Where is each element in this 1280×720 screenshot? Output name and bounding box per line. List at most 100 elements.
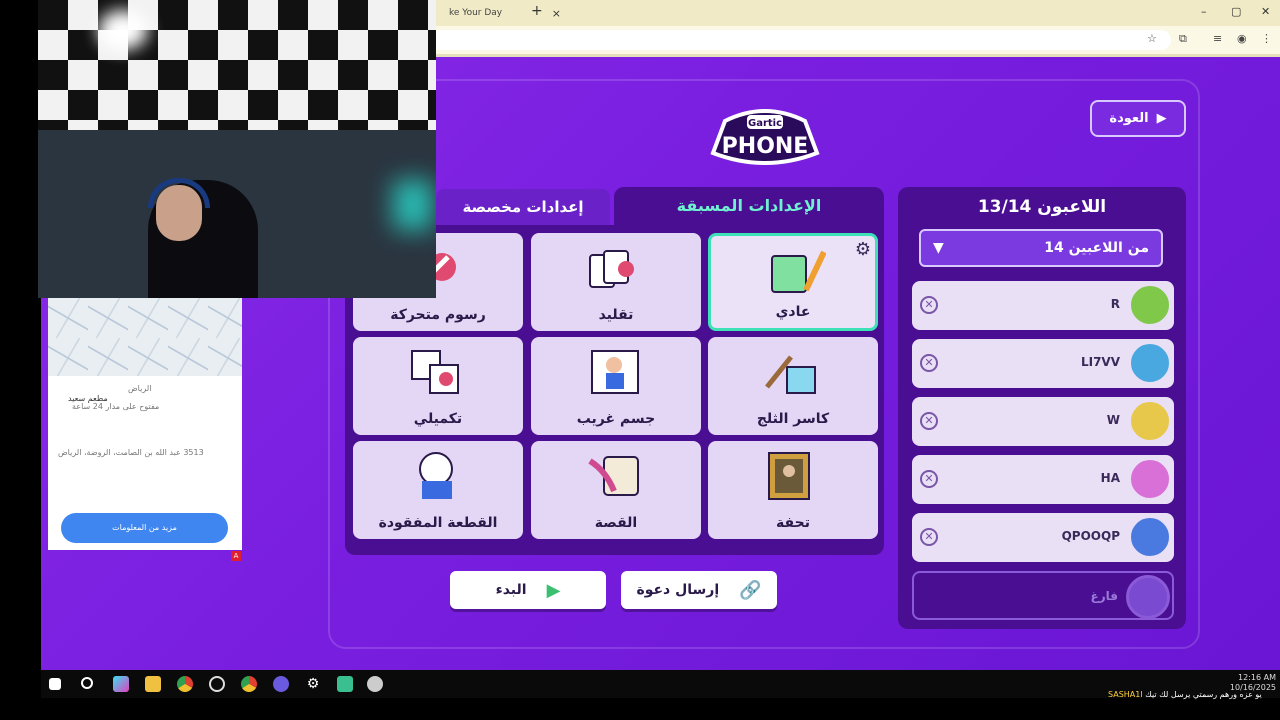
mode-strange-body[interactable]: جسم غريب bbox=[531, 337, 701, 435]
discord-icon[interactable] bbox=[273, 676, 289, 692]
player-row: ✕ LI7VV bbox=[912, 339, 1174, 388]
close-window-button[interactable]: ✕ bbox=[1261, 5, 1270, 18]
remove-player-icon[interactable]: ✕ bbox=[920, 296, 938, 314]
map-place: الرياض bbox=[128, 384, 152, 393]
start-label: البدء bbox=[495, 582, 527, 598]
tab-custom-settings[interactable]: إعدادات مخصصة bbox=[436, 189, 610, 225]
ticker-user: SASHA1I bbox=[1108, 690, 1143, 699]
ad-badge: A bbox=[231, 551, 241, 561]
map-address: 3513 عبد الله بن الصامت، الروضة، الرياض bbox=[58, 448, 204, 457]
mode-story[interactable]: القصة bbox=[531, 441, 701, 539]
remove-player-icon[interactable]: ✕ bbox=[920, 354, 938, 372]
map-card: الرياض مطعم سعيد مفتوح على مدار 24 ساعة … bbox=[48, 298, 242, 550]
invite-button[interactable]: إرسال دعوة 🔗 bbox=[621, 571, 777, 609]
play-arrow-icon: ▶ bbox=[1156, 111, 1167, 126]
empty-slot: فارغ bbox=[912, 571, 1174, 620]
avatar bbox=[1128, 341, 1172, 385]
chrome-active-icon[interactable] bbox=[241, 676, 257, 692]
cards-icon bbox=[589, 250, 634, 288]
scroll-quill-icon bbox=[588, 456, 639, 496]
mode-masterpiece[interactable]: تحفة bbox=[708, 441, 878, 539]
players-title: اللاعبون 13/14 bbox=[977, 197, 1107, 217]
windows-start-icon[interactable] bbox=[49, 678, 61, 690]
mode-label: جسم غريب bbox=[576, 411, 656, 427]
more-info-button[interactable]: مزيد من المعلومات bbox=[61, 513, 228, 543]
mode-label: القصة bbox=[594, 515, 638, 531]
chevron-down-icon: ▼ bbox=[933, 240, 944, 256]
settings-tabs: إعدادات مخصصة الإعدادات المسبقة bbox=[436, 187, 884, 225]
player-row: ✕ R bbox=[912, 281, 1174, 330]
tab-presets[interactable]: الإعدادات المسبقة bbox=[614, 187, 884, 225]
mode-label: عادي bbox=[775, 304, 811, 320]
mode-imitation[interactable]: تقليد bbox=[531, 233, 701, 331]
tab-title: ke Your Day bbox=[449, 8, 503, 18]
mode-normal[interactable]: ⚙ عادي bbox=[708, 233, 878, 331]
mode-complementary[interactable]: تكميلي bbox=[353, 337, 523, 435]
player-name: W bbox=[1106, 413, 1120, 427]
player-name: R bbox=[1110, 297, 1120, 311]
mode-label: تحفة bbox=[776, 515, 810, 531]
mode-label: رسوم متحركة bbox=[390, 307, 486, 323]
link-icon: 🔗 bbox=[739, 579, 762, 601]
extensions-icon[interactable]: ⧉ bbox=[1179, 32, 1187, 46]
player-limit-value: 14 من اللاعبين bbox=[1044, 240, 1149, 256]
mode-missing-piece[interactable]: القطعة المفقودة bbox=[353, 441, 523, 539]
svg-text:Gartic: Gartic bbox=[748, 118, 782, 129]
ticker-message: يو عزه ورهم رسمتي يرسل لك تيك bbox=[1145, 690, 1262, 699]
map-hours: مفتوح على مدار 24 ساعة bbox=[72, 402, 160, 411]
remove-player-icon[interactable]: ✕ bbox=[920, 412, 938, 430]
back-button[interactable]: العودة ▶ bbox=[1090, 100, 1186, 137]
mode-label: تكميلي bbox=[413, 411, 463, 427]
map-thumbnail[interactable] bbox=[48, 298, 242, 376]
empty-avatar bbox=[1126, 575, 1170, 619]
checkered-wall bbox=[38, 0, 436, 140]
player-row: ✕ W bbox=[912, 397, 1174, 446]
game-app-icon[interactable] bbox=[337, 676, 353, 692]
remove-player-icon[interactable]: ✕ bbox=[920, 470, 938, 488]
masterpiece-icon bbox=[768, 452, 810, 500]
missing-piece-icon bbox=[419, 452, 453, 499]
chat-ticker: SASHA1I يو عزه ورهم رسمتي يرسل لك تيك bbox=[1108, 690, 1262, 699]
player-row: ✕ QPOOQP bbox=[912, 513, 1174, 562]
bookmark-star-icon[interactable]: ☆ bbox=[1147, 32, 1157, 45]
player-limit-select[interactable]: ▼ 14 من اللاعبين bbox=[919, 229, 1163, 267]
mode-icebreaker[interactable]: كاسر الثلج bbox=[708, 337, 878, 435]
play-icon: ▶ bbox=[546, 579, 561, 601]
avatar bbox=[1128, 283, 1172, 327]
mode-label: تقليد bbox=[598, 307, 634, 323]
profile-icon[interactable]: ◉ bbox=[1237, 32, 1247, 45]
webcam-overlay bbox=[38, 0, 436, 298]
chrome-icon[interactable] bbox=[177, 676, 193, 692]
invite-label: إرسال دعوة bbox=[636, 582, 720, 598]
copilot-icon[interactable] bbox=[113, 676, 129, 692]
maximize-button[interactable]: ▢ bbox=[1231, 5, 1241, 18]
settings-icon[interactable]: ⚙ bbox=[305, 676, 321, 692]
back-label: العودة bbox=[1109, 111, 1149, 126]
players-panel: اللاعبون 13/14 ▼ 14 من اللاعبين ✕ R ✕ LI… bbox=[898, 187, 1186, 629]
new-tab-button[interactable]: + bbox=[531, 3, 543, 19]
avatar bbox=[1128, 457, 1172, 501]
mode-label: كاسر الثلج bbox=[756, 411, 830, 427]
remove-player-icon[interactable]: ✕ bbox=[920, 528, 938, 546]
gear-icon[interactable]: ⚙ bbox=[855, 239, 871, 260]
strange-body-icon bbox=[591, 350, 639, 394]
shield-icon[interactable] bbox=[367, 676, 383, 692]
file-explorer-icon[interactable] bbox=[145, 676, 161, 692]
empty-slot-label: فارغ bbox=[1090, 589, 1118, 603]
media-icon[interactable]: ≡ bbox=[1213, 32, 1222, 45]
gartic-phone-logo-icon: Gartic PHONE bbox=[710, 109, 820, 165]
puzzle-icon bbox=[411, 350, 459, 394]
player-name: LI7VV bbox=[1080, 355, 1120, 369]
minimize-button[interactable]: – bbox=[1201, 5, 1207, 18]
svg-text:PHONE: PHONE bbox=[722, 134, 809, 159]
screen: { "browser": { "tab_title": "ke Your Day… bbox=[0, 0, 1280, 720]
tab-close-icon[interactable]: × bbox=[552, 7, 561, 20]
ice-hammer-icon bbox=[765, 355, 816, 394]
obs-icon[interactable] bbox=[209, 676, 225, 692]
start-button[interactable]: البدء ▶ bbox=[450, 571, 606, 609]
player-name: HA bbox=[1100, 471, 1120, 485]
menu-icon[interactable]: ⋮ bbox=[1261, 32, 1272, 45]
taskbar: ⚙ 12:16 AM 10/16/2025 bbox=[41, 670, 1280, 698]
browser-tab[interactable]: ke Your Day × bbox=[441, 4, 571, 24]
search-icon[interactable] bbox=[81, 677, 93, 689]
